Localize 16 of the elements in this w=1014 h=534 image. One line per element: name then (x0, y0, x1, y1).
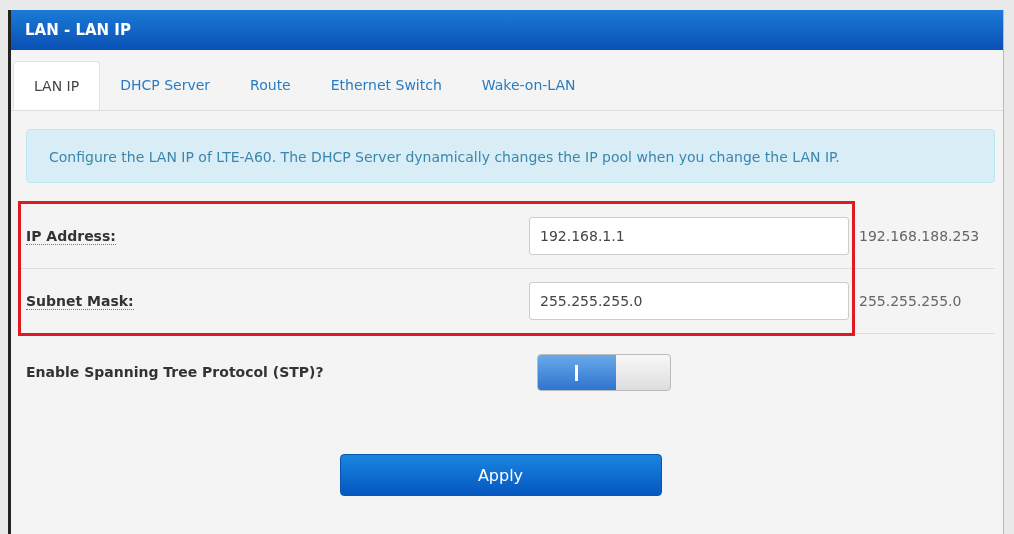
field-label: IP Address: (26, 227, 116, 245)
default-value: 192.168.188.253 (859, 228, 980, 244)
input-field[interactable]: 192.168.1.1 (529, 217, 849, 255)
tab[interactable]: Wake-on-LAN (461, 61, 596, 109)
default-value: 255.255.255.0 (859, 293, 962, 309)
tab[interactable]: Ethernet Switch (310, 61, 462, 109)
tab[interactable]: LAN IP (13, 61, 101, 110)
stp-toggle[interactable] (537, 353, 671, 391)
info-message: Configure the LAN IP of LTE-A60. The DHCP Server dynamically changes the IP pool when you change the LAN IP. (26, 129, 995, 183)
tab[interactable]: Route (230, 61, 311, 109)
input-field[interactable]: 255.255.255.0 (529, 282, 849, 320)
field-label: Subnet Mask: (26, 292, 134, 310)
tab[interactable]: DHCP Server (100, 61, 231, 109)
apply-button[interactable]: Apply (339, 454, 662, 496)
panel-title: LAN - LAN IP (25, 21, 131, 39)
stp-label: Enable Spanning Tree Protocol (STP)? (26, 364, 325, 380)
